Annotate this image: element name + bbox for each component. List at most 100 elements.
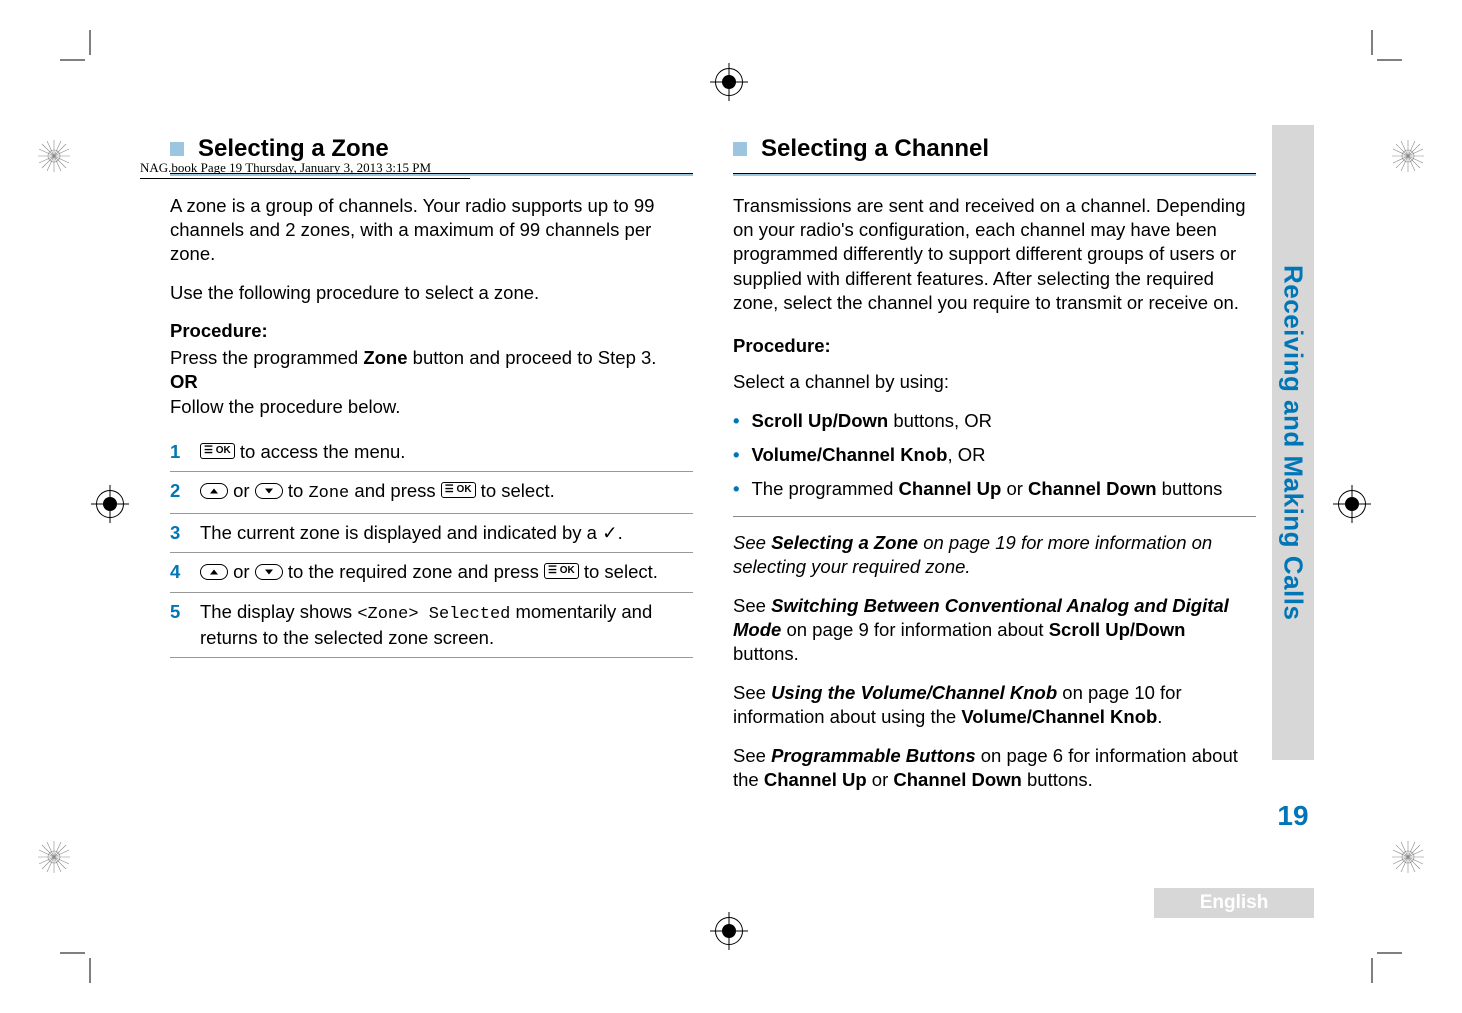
step-4: 4 or to the required zone and press ☰ OK…: [170, 553, 693, 592]
zone-selected-mono: <Zone> Selected: [357, 605, 510, 624]
crop-mark-icon: [1362, 943, 1402, 983]
select-by: Select a channel by using:: [733, 370, 1256, 394]
text: to access the menu.: [235, 441, 406, 462]
sunburst-mark-icon: [38, 841, 70, 873]
text: buttons: [1157, 478, 1223, 499]
ok-button-icon: ☰ OK: [544, 563, 579, 579]
crop-mark-icon: [60, 30, 100, 70]
bold: Channel Down: [1028, 478, 1156, 499]
step-body: or to Zone and press ☰ OK to select.: [200, 479, 555, 505]
bold: Scroll Up/Down: [751, 410, 888, 431]
up-arrow-icon: [200, 483, 228, 499]
text: or: [228, 561, 255, 582]
step-number: 3: [170, 521, 186, 545]
procedure-steps: 1 ☰ OK to access the menu. 2 or to Zone …: [170, 433, 693, 659]
text: or: [228, 480, 255, 501]
sunburst-mark-icon: [38, 140, 70, 172]
bullet-dot-icon: •: [733, 477, 739, 501]
step-number: 1: [170, 440, 186, 464]
section-rule: [170, 173, 693, 176]
divider: [733, 516, 1256, 517]
ref-knob: See Using the Volume/Channel Knob on pag…: [733, 681, 1256, 730]
option-knob: • Volume/Channel Knob, OR: [733, 443, 1256, 467]
text: to the required zone and press: [283, 561, 544, 582]
side-tab-label: Receiving and Making Calls: [1278, 265, 1309, 620]
text: Scroll Up/Down buttons, OR: [751, 409, 992, 433]
registration-mark-icon: [715, 68, 743, 96]
step-body: or to the required zone and press ☰ OK t…: [200, 560, 658, 584]
text: The current zone is displayed and indica…: [200, 522, 602, 543]
heading-selecting-channel: Selecting a Channel: [761, 133, 989, 165]
follow-line: Follow the procedure below.: [170, 395, 693, 419]
text: See: [733, 745, 771, 766]
zone-use: Use the following procedure to select a …: [170, 281, 693, 305]
bold-italic: Programmable Buttons: [771, 745, 976, 766]
text: Press the programmed: [170, 347, 363, 368]
text: on page 9 for information about: [781, 619, 1048, 640]
text: button and proceed to Step 3.: [408, 347, 657, 368]
ok-button-icon: ☰ OK: [441, 482, 476, 498]
language-footer: English: [1154, 888, 1314, 918]
step-3: 3 The current zone is displayed and indi…: [170, 514, 693, 553]
text: and press: [349, 480, 441, 501]
bold: Volume/Channel Knob: [751, 444, 947, 465]
step-number: 2: [170, 479, 186, 503]
step-number: 4: [170, 560, 186, 584]
text: or: [1001, 478, 1028, 499]
text: .: [1157, 706, 1162, 727]
procedure-label: Procedure:: [733, 334, 1256, 358]
side-tab: Receiving and Making Calls: [1272, 125, 1314, 760]
section-bullet-icon: [170, 142, 184, 156]
zone-intro: A zone is a group of channels. Your radi…: [170, 194, 693, 267]
down-arrow-icon: [255, 564, 283, 580]
text: The programmed Channel Up or Channel Dow…: [751, 477, 1222, 501]
left-column: Selecting a Zone A zone is a group of ch…: [170, 125, 693, 918]
bold: Channel Up: [764, 769, 867, 790]
sunburst-mark-icon: [1392, 140, 1424, 172]
registration-mark-icon: [96, 490, 124, 518]
step-body: ☰ OK to access the menu.: [200, 440, 405, 464]
crop-mark-icon: [60, 943, 100, 983]
section-header-zone: Selecting a Zone: [170, 133, 693, 165]
bold: Scroll Up/Down: [1049, 619, 1186, 640]
text: to select.: [579, 561, 658, 582]
bold: Channel Up: [899, 478, 1002, 499]
up-arrow-icon: [200, 564, 228, 580]
text: to: [283, 480, 309, 501]
text: buttons, OR: [888, 410, 992, 431]
ref-switching: See Switching Between Conventional Analo…: [733, 594, 1256, 667]
zone-bold: Zone: [363, 347, 407, 368]
step-5: 5 The display shows <Zone> Selected mome…: [170, 593, 693, 659]
step-number: 5: [170, 600, 186, 624]
or-line: OR: [170, 370, 693, 394]
section-header-channel: Selecting a Channel: [733, 133, 1256, 165]
text: to select.: [476, 480, 555, 501]
text: buttons.: [733, 643, 799, 664]
bullet-dot-icon: •: [733, 443, 739, 467]
crop-mark-icon: [1362, 30, 1402, 70]
check-icon: ✓: [602, 522, 618, 543]
zone-mono: Zone: [308, 484, 349, 503]
step-body: The current zone is displayed and indica…: [200, 521, 623, 545]
press-zone-line: Press the programmed Zone button and pro…: [170, 346, 693, 370]
channel-options: •Scroll Up/Down buttons, OR •Volume/Chan…: [733, 409, 1256, 502]
ref-zone: See Selecting a Zone on page 19 for more…: [733, 531, 1256, 580]
text: .: [618, 522, 623, 543]
heading-selecting-zone: Selecting a Zone: [198, 133, 389, 165]
channel-intro: Transmissions are sent and received on a…: [733, 194, 1256, 316]
step-2: 2 or to Zone and press ☰ OK to select.: [170, 472, 693, 513]
text: The programmed: [751, 478, 898, 499]
ok-button-icon: ☰ OK: [200, 443, 235, 459]
text: , OR: [947, 444, 985, 465]
text: See: [733, 595, 771, 616]
or-bold: OR: [170, 371, 198, 392]
procedure-label: Procedure:: [170, 319, 693, 343]
bold: Volume/Channel Knob: [961, 706, 1157, 727]
ref-prog-buttons: See Programmable Buttons on page 6 for i…: [733, 744, 1256, 793]
text: See: [733, 532, 771, 553]
text: Volume/Channel Knob, OR: [751, 443, 985, 467]
bold-italic: Selecting a Zone: [771, 532, 918, 553]
text: buttons.: [1022, 769, 1093, 790]
text: See: [733, 682, 771, 703]
page-number: 19: [1272, 800, 1314, 832]
